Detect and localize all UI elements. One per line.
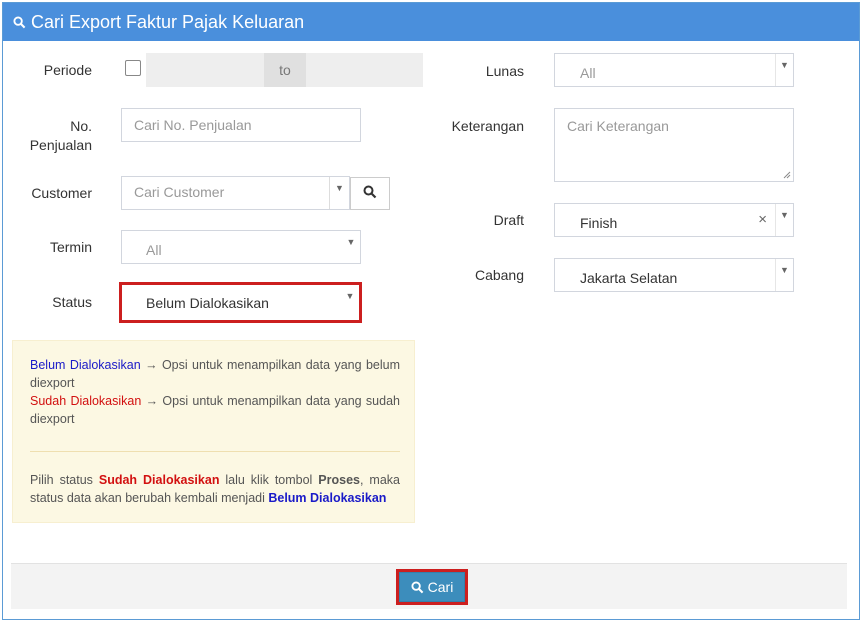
info-divider: [30, 451, 400, 452]
keterangan-textarea[interactable]: Cari Keterangan: [554, 108, 794, 182]
info-line-belum: Belum Dialokasikan → Opsi untuk menampil…: [30, 356, 400, 392]
caret-down-icon: ▼: [345, 291, 355, 301]
caret-down-icon: ▼: [329, 177, 349, 209]
resize-handle-icon[interactable]: [783, 171, 791, 179]
status-label: Status: [52, 294, 92, 310]
lunas-select[interactable]: All ▼: [554, 53, 794, 87]
info-box: Belum Dialokasikan → Opsi untuk menampil…: [12, 340, 415, 523]
lunas-label: Lunas: [485, 63, 524, 79]
termin-select[interactable]: All ▼: [121, 230, 361, 264]
periode-checkbox[interactable]: [125, 60, 141, 76]
periode-label: Periode: [43, 62, 92, 78]
draft-label: Draft: [493, 212, 524, 228]
cabang-label: Cabang: [474, 267, 524, 283]
cabang-select[interactable]: Jakarta Selatan ▼: [554, 258, 794, 292]
lunas-value: All: [580, 65, 596, 81]
status-value: Belum Dialokasikan: [146, 294, 269, 311]
panel-header: Cari Export Faktur Pajak Keluaran: [3, 3, 859, 41]
keterangan-label: Keterangan: [451, 118, 524, 134]
search-icon: [13, 15, 26, 29]
cari-button[interactable]: Cari: [399, 572, 465, 602]
cabang-value: Jakarta Selatan: [580, 270, 678, 286]
info-note-part2: lalu klik tombol: [219, 473, 319, 487]
panel-title: Cari Export Faktur Pajak Keluaran: [31, 11, 305, 32]
info-note-belum: Belum Dialokasikan: [268, 491, 387, 505]
info-note-part1: Pilih status: [30, 473, 99, 487]
cari-button-label: Cari: [427, 579, 454, 595]
status-select[interactable]: Belum Dialokasikan ▼: [122, 285, 359, 320]
draft-value: Finish: [580, 215, 618, 231]
caret-down-icon: ▼: [775, 204, 793, 236]
no-penjualan-label-line1: No.: [70, 118, 92, 134]
info-note-proses: Proses: [318, 473, 360, 487]
clear-icon[interactable]: ×: [758, 211, 767, 228]
search-icon: [363, 185, 377, 202]
info-note: Pilih status Sudah Dialokasikan lalu kli…: [30, 471, 400, 507]
info-line-sudah: Sudah Dialokasikan → Opsi untuk menampil…: [30, 392, 400, 428]
termin-label: Termin: [49, 239, 92, 255]
customer-select[interactable]: Cari Customer ▼: [121, 176, 350, 210]
no-penjualan-label-line2: Penjualan: [29, 137, 92, 153]
customer-placeholder: Cari Customer: [134, 184, 225, 200]
keterangan-placeholder: Cari Keterangan: [567, 118, 669, 134]
info-term-belum: Belum Dialokasikan: [30, 358, 141, 372]
termin-value: All: [146, 242, 162, 258]
no-penjualan-placeholder: Cari No. Penjualan: [134, 117, 252, 133]
customer-search-button[interactable]: [350, 177, 390, 210]
caret-down-icon: ▼: [775, 54, 793, 86]
search-icon: [411, 580, 424, 594]
caret-down-icon: ▼: [346, 237, 356, 247]
caret-down-icon: ▼: [775, 259, 793, 291]
periode-to-label: to: [264, 53, 306, 87]
draft-select[interactable]: Finish × ▼: [554, 203, 794, 237]
info-term-sudah: Sudah Dialokasikan: [30, 394, 142, 408]
customer-label: Customer: [31, 185, 92, 201]
no-penjualan-input[interactable]: Cari No. Penjualan: [121, 108, 361, 142]
info-note-sudah: Sudah Dialokasikan: [98, 473, 220, 487]
